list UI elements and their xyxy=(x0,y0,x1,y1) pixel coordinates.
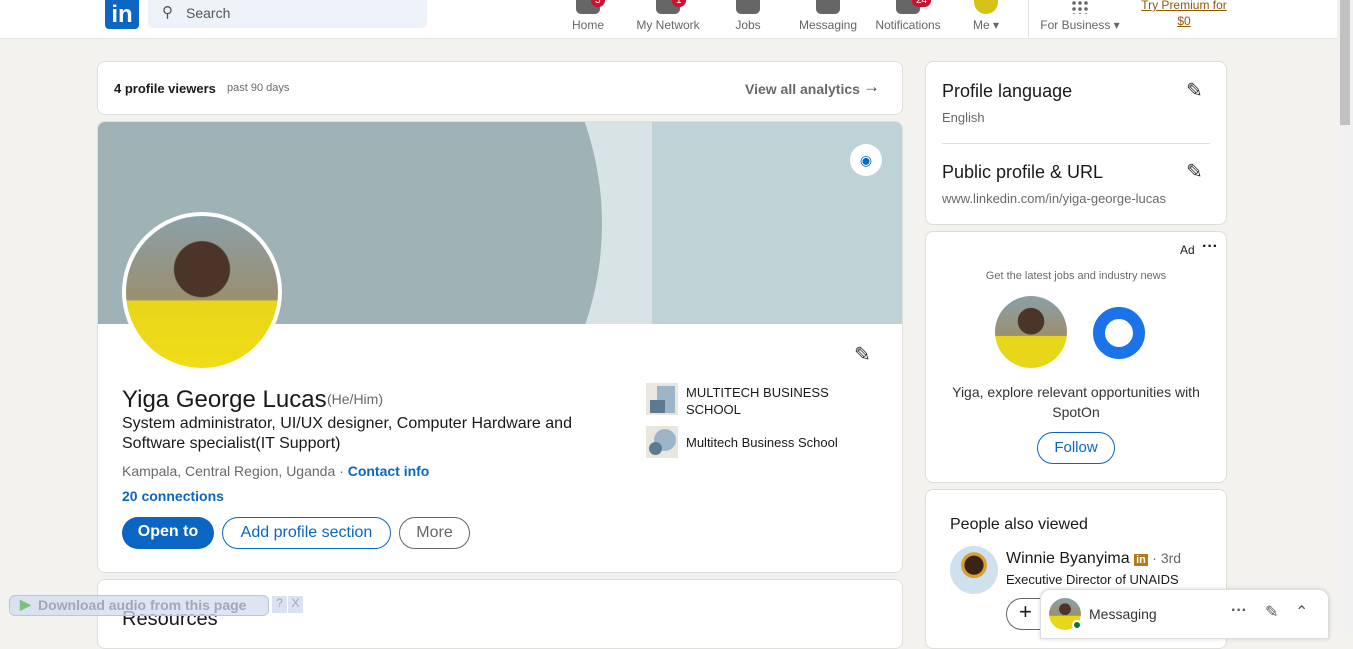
nav-notifications[interactable]: 24 Notifications xyxy=(872,0,944,38)
open-to-button[interactable]: Open to xyxy=(122,517,214,549)
profile-viewers-card: 4 profile viewers past 90 days View all … xyxy=(97,61,903,115)
contact-info-link[interactable]: Contact info xyxy=(348,463,430,479)
profile-card: ◉ ✎ Yiga George Lucas (He/Him) System ad… xyxy=(97,121,903,573)
briefcase-icon xyxy=(736,0,760,14)
download-audio-plugin[interactable]: ▶ Download audio from this page xyxy=(9,595,269,616)
compose-icon[interactable]: ✎ xyxy=(1265,602,1278,622)
try-premium-link[interactable]: Try Premium for $0 xyxy=(1136,0,1232,29)
search-icon: ⚲ xyxy=(162,4,173,21)
experience-org[interactable]: MULTITECH BUSINESS SCHOOL xyxy=(686,384,846,418)
nav-for-business[interactable]: For Business ▾ xyxy=(1038,0,1122,38)
edit-url-icon[interactable]: ✎ xyxy=(1186,159,1203,184)
person-avatar[interactable] xyxy=(950,546,998,594)
camera-icon[interactable]: ◉ xyxy=(850,144,882,176)
online-status-icon xyxy=(1072,620,1082,630)
help-icon[interactable]: ? xyxy=(272,596,287,613)
messaging-bar[interactable]: Messaging ··· ✎ ⌃ xyxy=(1040,589,1329,639)
more-options-icon[interactable]: ··· xyxy=(1231,602,1247,620)
view-analytics-link[interactable]: View all analytics xyxy=(745,81,860,97)
linkedin-logo[interactable]: in xyxy=(105,0,139,29)
arrow-right-icon: → xyxy=(863,77,880,96)
linkedin-influencer-icon: in xyxy=(1134,554,1148,566)
nav-home[interactable]: 3 Home xyxy=(565,0,611,38)
profile-url[interactable]: www.linkedin.com/in/yiga-george-lucas xyxy=(942,191,1166,206)
chat-icon xyxy=(816,0,840,14)
edit-pencil-icon[interactable]: ✎ xyxy=(854,342,871,367)
more-options-icon[interactable]: ··· xyxy=(1202,238,1218,256)
badge: 3 xyxy=(591,0,605,7)
education-org[interactable]: Multitech Business School xyxy=(686,435,838,450)
divider xyxy=(942,143,1210,144)
nav-me[interactable]: Me ▾ xyxy=(968,0,1004,38)
connections-link[interactable]: 20 connections xyxy=(122,488,224,504)
search-input[interactable]: ⚲ Search xyxy=(148,0,427,28)
edit-language-icon[interactable]: ✎ xyxy=(1186,78,1203,103)
avatar xyxy=(974,0,998,14)
nav-jobs[interactable]: Jobs xyxy=(730,0,766,38)
profile-settings-card: Profile language English ✎ Public profil… xyxy=(925,61,1227,225)
follow-button[interactable]: Follow xyxy=(1037,432,1115,464)
headline: System administrator, UI/UX designer, Co… xyxy=(122,415,572,452)
list-item[interactable]: Winnie Byanyima in · 3rd xyxy=(1006,550,1181,568)
scrollbar[interactable] xyxy=(1337,0,1353,633)
badge: 24 xyxy=(912,0,932,7)
ad-card: Ad ··· Get the latest jobs and industry … xyxy=(925,231,1227,483)
play-icon: ▶ xyxy=(20,596,31,612)
scrollbar-thumb[interactable] xyxy=(1340,0,1350,125)
grid-icon xyxy=(1071,0,1089,14)
user-avatar xyxy=(995,296,1067,368)
nav-messaging[interactable]: Messaging xyxy=(797,0,859,38)
divider xyxy=(1028,0,1029,38)
badge: 1 xyxy=(672,0,686,7)
spoton-logo xyxy=(1093,307,1145,359)
add-profile-section-button[interactable]: Add profile section xyxy=(222,517,391,549)
more-button[interactable]: More xyxy=(399,517,470,549)
profile-name: Yiga George Lucas xyxy=(122,386,327,413)
top-nav: in ⚲ Search 3 Home 1 My Network Jobs Messag… xyxy=(0,0,1337,39)
close-icon[interactable]: X xyxy=(288,596,303,613)
nav-my-network[interactable]: 1 My Network xyxy=(632,0,704,38)
school-logo xyxy=(646,383,678,415)
profile-photo[interactable] xyxy=(122,212,282,372)
chevron-up-icon[interactable]: ⌃ xyxy=(1295,602,1308,622)
education-logo xyxy=(646,426,678,458)
